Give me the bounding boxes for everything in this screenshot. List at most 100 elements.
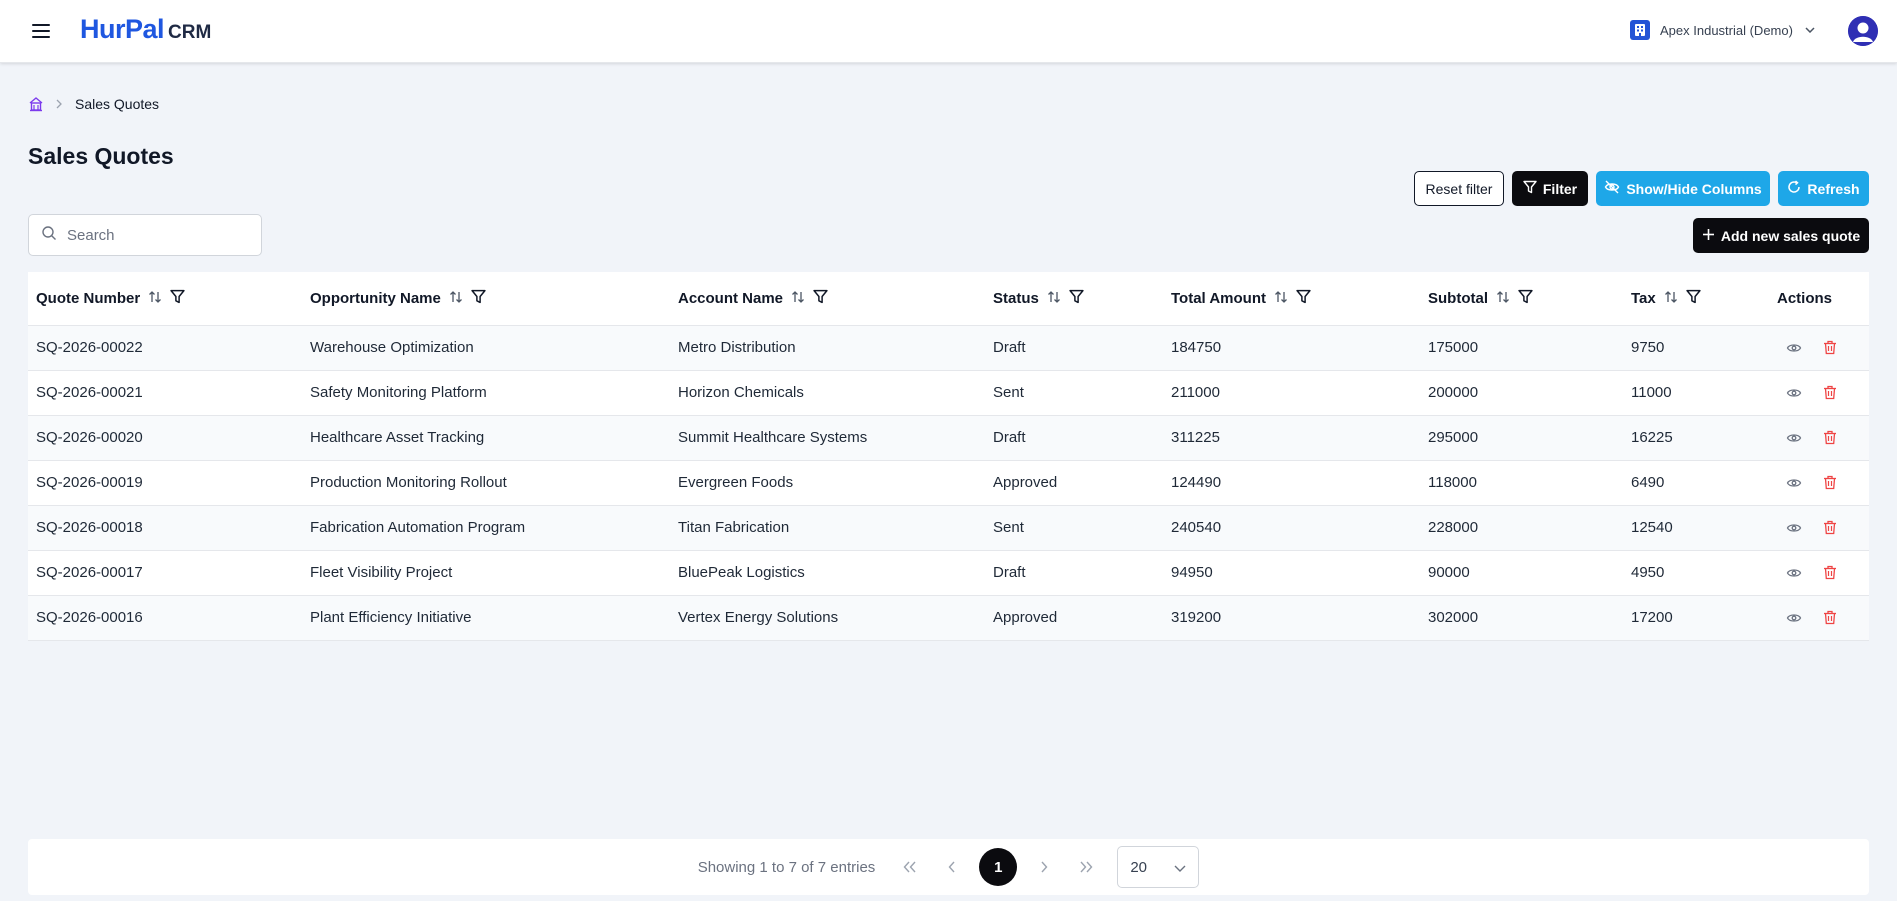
- eye-icon[interactable]: [1785, 564, 1803, 582]
- eye-icon[interactable]: [1785, 519, 1803, 537]
- sort-icon[interactable]: [1047, 290, 1061, 307]
- column-header-label: Quote Number: [36, 289, 141, 307]
- cell-subtotal: 118000: [1420, 460, 1623, 506]
- last-page-icon[interactable]: [1069, 850, 1103, 884]
- column-header-account-name[interactable]: Account Name: [670, 272, 985, 326]
- column-header-content: Subtotal: [1428, 289, 1623, 308]
- search-input[interactable]: [67, 226, 247, 244]
- filter-icon[interactable]: [471, 289, 486, 308]
- home-icon[interactable]: [28, 96, 44, 112]
- sort-icon[interactable]: [1664, 290, 1678, 307]
- organization-switcher[interactable]: Apex Industrial (Demo): [1630, 20, 1815, 40]
- refresh-icon: [1787, 180, 1801, 197]
- chevron-down-icon: [1805, 24, 1815, 36]
- table-row[interactable]: SQ-2026-00018 Fabrication Automation Prog…: [28, 505, 1869, 551]
- refresh-button[interactable]: Refresh: [1778, 171, 1869, 206]
- trash-icon[interactable]: [1821, 519, 1839, 537]
- column-header-content: Account Name: [678, 289, 985, 308]
- cell-total-amount: 184750: [1163, 325, 1420, 371]
- column-header-quote-number[interactable]: Quote Number: [28, 272, 302, 326]
- table-row[interactable]: SQ-2026-00017 Fleet Visibility Project Blu…: [28, 550, 1869, 596]
- column-header-tax[interactable]: Tax: [1623, 272, 1769, 326]
- column-header-label: Status: [993, 289, 1039, 307]
- top-bar: HurPal CRM Apex Industrial (Demo): [0, 0, 1897, 63]
- filter-icon[interactable]: [1296, 289, 1311, 308]
- cell-subtotal: 295000: [1420, 415, 1623, 461]
- row-actions: [1777, 429, 1869, 447]
- table-row[interactable]: SQ-2026-00021 Safety Monitoring Platform H…: [28, 370, 1869, 416]
- show-hide-columns-button[interactable]: Show/Hide Columns: [1596, 171, 1770, 206]
- trash-icon[interactable]: [1821, 474, 1839, 492]
- column-header-total-amount[interactable]: Total Amount: [1163, 272, 1420, 326]
- cell-quote-number: SQ-2026-00018: [28, 505, 302, 551]
- cell-actions: [1769, 595, 1869, 641]
- chevron-down-icon: [1174, 859, 1186, 876]
- trash-icon[interactable]: [1821, 339, 1839, 357]
- table-row[interactable]: SQ-2026-00019 Production Monitoring Rollo…: [28, 460, 1869, 506]
- column-header-label: Opportunity Name: [310, 289, 441, 307]
- column-header-subtotal[interactable]: Subtotal: [1420, 272, 1623, 326]
- column-header-label: Actions: [1777, 289, 1833, 307]
- filter-icon[interactable]: [1518, 289, 1533, 308]
- trash-icon[interactable]: [1821, 609, 1839, 627]
- show-hide-columns-label: Show/Hide Columns: [1626, 180, 1762, 197]
- sort-icon[interactable]: [148, 290, 162, 307]
- sort-icon[interactable]: [1274, 290, 1288, 307]
- column-header-actions: Actions: [1769, 272, 1869, 326]
- cell-subtotal: 200000: [1420, 370, 1623, 416]
- eye-icon[interactable]: [1785, 384, 1803, 402]
- eye-icon[interactable]: [1785, 339, 1803, 357]
- filter-icon[interactable]: [170, 289, 185, 308]
- refresh-label: Refresh: [1807, 180, 1860, 197]
- filter-button[interactable]: Filter: [1512, 171, 1588, 206]
- column-header-content: Total Amount: [1171, 289, 1420, 308]
- filter-icon[interactable]: [813, 289, 828, 308]
- page-title: Sales Quotes: [28, 143, 174, 169]
- cell-status: Draft: [985, 415, 1163, 461]
- row-actions: [1777, 564, 1869, 582]
- cell-opportunity-name: Plant Efficiency Initiative: [302, 595, 670, 641]
- table-row[interactable]: SQ-2026-00020 Healthcare Asset Tracking Su…: [28, 415, 1869, 461]
- column-header-opportunity-name[interactable]: Opportunity Name: [302, 272, 670, 326]
- user-avatar[interactable]: [1848, 16, 1878, 46]
- filter-icon: [1523, 180, 1537, 197]
- cell-status: Sent: [985, 370, 1163, 416]
- search-box: [28, 214, 262, 256]
- chevron-right-icon: [56, 97, 63, 112]
- eye-icon[interactable]: [1785, 474, 1803, 492]
- trash-icon[interactable]: [1821, 429, 1839, 447]
- organization-name: Apex Industrial (Demo): [1660, 22, 1793, 38]
- eye-icon[interactable]: [1785, 429, 1803, 447]
- table-row[interactable]: SQ-2026-00022 Warehouse Optimization Metro…: [28, 325, 1869, 371]
- filter-icon[interactable]: [1686, 289, 1701, 308]
- previous-page-icon[interactable]: [935, 850, 969, 884]
- filter-icon[interactable]: [1069, 289, 1084, 308]
- trash-icon[interactable]: [1821, 384, 1839, 402]
- table-row[interactable]: SQ-2026-00016 Plant Efficiency Initiative…: [28, 595, 1869, 641]
- pagination-bar: Showing 1 to 7 of 7 entries 1 20: [28, 839, 1869, 895]
- sort-icon[interactable]: [791, 290, 805, 307]
- column-header-label: Account Name: [678, 289, 784, 307]
- column-header-status[interactable]: Status: [985, 272, 1163, 326]
- cell-tax: 9750: [1623, 325, 1769, 371]
- add-sales-quote-button[interactable]: Add new sales quote: [1693, 218, 1869, 253]
- page-size-select[interactable]: 20: [1117, 846, 1200, 888]
- cell-status: Draft: [985, 550, 1163, 596]
- first-page-icon[interactable]: [893, 850, 927, 884]
- hamburger-icon[interactable]: [32, 20, 56, 42]
- eye-icon[interactable]: [1785, 609, 1803, 627]
- sort-icon[interactable]: [449, 290, 463, 307]
- cell-opportunity-name: Safety Monitoring Platform: [302, 370, 670, 416]
- sort-icon[interactable]: [1496, 290, 1510, 307]
- trash-icon[interactable]: [1821, 564, 1839, 582]
- cell-tax: 17200: [1623, 595, 1769, 641]
- cell-total-amount: 124490: [1163, 460, 1420, 506]
- reset-filter-button[interactable]: Reset filter: [1414, 171, 1504, 206]
- next-page-icon[interactable]: [1027, 850, 1061, 884]
- page-number-button[interactable]: 1: [979, 848, 1018, 886]
- cell-total-amount: 311225: [1163, 415, 1420, 461]
- cell-quote-number: SQ-2026-00021: [28, 370, 302, 416]
- cell-tax: 12540: [1623, 505, 1769, 551]
- table-header-row: Quote Number Opportunity Name Account Name…: [28, 272, 1869, 326]
- brand-logo[interactable]: HurPal CRM: [80, 14, 211, 45]
